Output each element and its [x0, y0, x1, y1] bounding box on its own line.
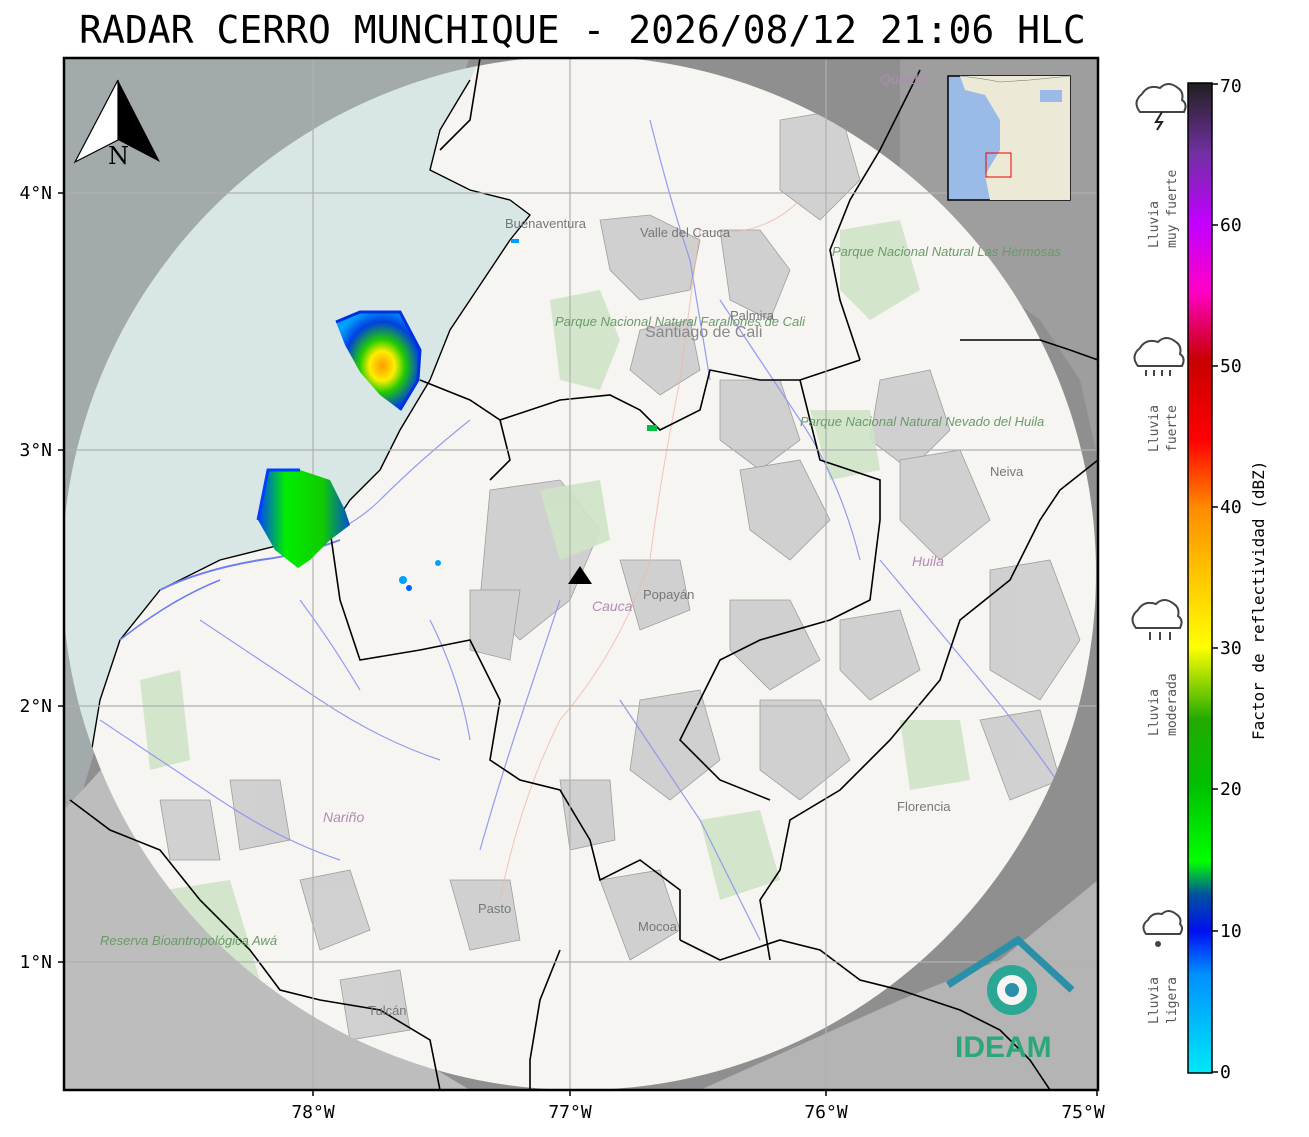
label-nevado: Parque Nacional Natural Nevado del Huila: [800, 414, 1044, 429]
inset-locator-map: [947, 75, 1071, 201]
rain-label-muy-fuerte-2: muy fuerte: [1165, 170, 1180, 248]
label-valle: Valle del Cauca: [640, 225, 731, 240]
rain-label-ligera-2: ligera: [1165, 977, 1180, 1024]
cb-tick-50: 50: [1220, 356, 1242, 377]
lon-tick-78w: 78°W: [291, 1102, 335, 1123]
label-hermosas: Parque Nacional Natural Las Hermosas: [832, 244, 1062, 259]
rain-label-ligera-1: Lluvia: [1147, 977, 1162, 1024]
label-quindio: Quindío: [880, 71, 929, 87]
rain-category-muy-fuerte: Lluvia muy fuerte: [1135, 83, 1187, 248]
label-huila: Huila: [912, 553, 944, 569]
colorbar: 0 10 20 30 40 50 60 70 Factor de reflect…: [1187, 76, 1268, 1083]
label-pasto: Pasto: [478, 901, 511, 916]
cb-tick-0: 0: [1220, 1062, 1231, 1083]
lat-tick-4n: 4°N: [19, 183, 52, 204]
lat-tick-3n: 3°N: [19, 440, 52, 461]
colorbar-label: Factor de reflectividad (dBZ): [1249, 461, 1268, 740]
lon-tick-76w: 76°W: [804, 1102, 848, 1123]
rain-label-moderada-2: moderada: [1165, 673, 1180, 736]
label-cauca: Cauca: [592, 598, 633, 614]
map-area: Buenaventura Valle del Cauca Quindío Pal…: [64, 58, 1098, 1090]
rain-label-muy-fuerte-1: Lluvia: [1147, 201, 1162, 248]
cloud-lightning-icon: [1135, 83, 1187, 131]
rain-label-fuerte-2: fuerte: [1165, 405, 1180, 452]
lat-tick-2n: 2°N: [19, 696, 52, 717]
label-mocoa: Mocoa: [638, 919, 678, 934]
label-buenaventura: Buenaventura: [505, 216, 587, 231]
rain-category-fuerte: Lluvia fuerte: [1133, 337, 1185, 452]
cb-tick-20: 20: [1220, 779, 1242, 800]
lon-axis: 78°W 77°W 76°W 75°W: [291, 1090, 1105, 1123]
rain-label-fuerte-1: Lluvia: [1147, 405, 1162, 452]
label-neiva: Neiva: [990, 464, 1024, 479]
label-narino: Nariño: [323, 809, 364, 825]
label-reserva: Reserva Bioantropológica Awá: [100, 933, 277, 948]
label-farallones: Parque Nacional Natural Farallones de Ca…: [555, 314, 806, 329]
north-label: N: [108, 142, 129, 170]
radar-map: Buenaventura Valle del Cauca Quindío Pal…: [19, 56, 1268, 1123]
lat-axis: 4°N 3°N 2°N 1°N: [19, 183, 64, 973]
cb-tick-40: 40: [1220, 497, 1242, 518]
lat-tick-1n: 1°N: [19, 952, 52, 973]
label-tulcan: Tulcán: [368, 1003, 407, 1018]
label-florencia: Florencia: [897, 799, 951, 814]
label-popayan: Popayán: [643, 587, 694, 602]
rain-label-moderada-1: Lluvia: [1147, 689, 1162, 736]
rain-category-moderada: Lluvia moderada: [1131, 599, 1183, 736]
ideam-logo-text: IDEAM: [955, 1031, 1052, 1064]
cloud-rain-icon: [1131, 599, 1183, 640]
rain-category-ligera: Lluvia ligera: [1142, 910, 1183, 1024]
cloud-heavy-rain-icon: [1133, 337, 1185, 376]
cb-tick-30: 30: [1220, 638, 1242, 659]
cb-tick-10: 10: [1220, 921, 1242, 942]
lon-tick-77w: 77°W: [548, 1102, 592, 1123]
cb-tick-60: 60: [1220, 215, 1242, 236]
lon-tick-75w: 75°W: [1061, 1102, 1105, 1123]
cb-tick-70: 70: [1220, 76, 1242, 97]
cloud-drizzle-icon: [1142, 910, 1183, 947]
